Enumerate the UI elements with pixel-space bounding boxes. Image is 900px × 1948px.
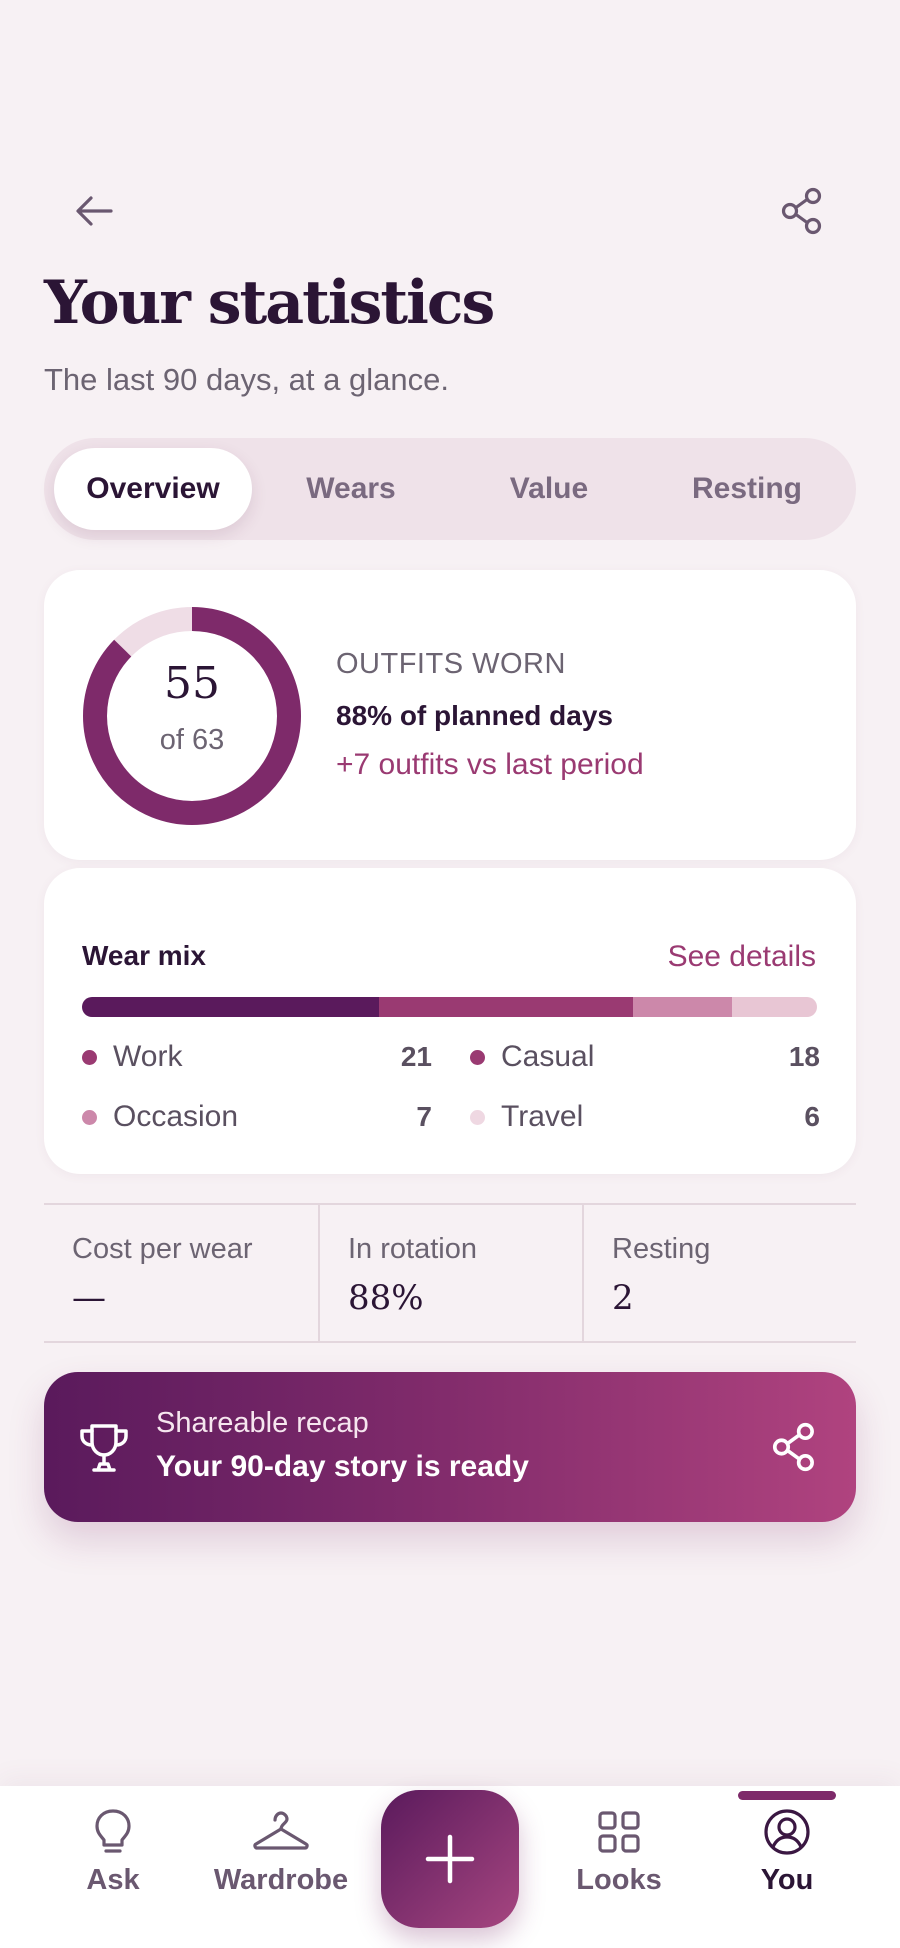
nav-label: Looks <box>576 1864 662 1896</box>
legend-item-travel: Travel 6 <box>470 1100 820 1134</box>
outfits-planned-count: of 63 <box>159 724 225 756</box>
stat-value: 2 <box>612 1278 634 1318</box>
outfits-worn-label: OUTFITS WORN <box>336 648 566 680</box>
wear-mix-segment-casual <box>378 997 634 1017</box>
back-button[interactable] <box>60 176 130 246</box>
wear-mix-title: Wear mix <box>82 940 206 971</box>
nav-label: You <box>760 1864 814 1896</box>
user-circle-icon <box>764 1809 810 1855</box>
grid-icon <box>598 1811 640 1853</box>
nav-ask[interactable]: Ask <box>38 1806 188 1897</box>
see-details-link[interactable]: See details <box>668 940 816 974</box>
page-title: Your statistics <box>44 268 495 338</box>
nav-you[interactable]: You <box>712 1806 862 1897</box>
stat-value: 88% <box>348 1278 424 1318</box>
share-button[interactable] <box>768 176 838 246</box>
stat-cost-per-wear[interactable]: Cost per wear — <box>44 1205 318 1341</box>
recap-label: Shareable recap <box>156 1407 369 1439</box>
legend-item-work: Work 21 <box>82 1040 432 1074</box>
stat-value: — <box>72 1278 106 1318</box>
share-icon[interactable] <box>768 1420 822 1474</box>
nav-label: Wardrobe <box>213 1864 349 1896</box>
wear-mix-bar <box>82 997 817 1017</box>
legend-item-occasion: Occasion 7 <box>82 1100 432 1134</box>
recap-message: Your 90-day story is ready <box>156 1450 529 1483</box>
planned-days-percent: 88% of planned days <box>336 700 613 731</box>
arrow-left-icon <box>76 196 113 226</box>
active-tab-indicator <box>738 1791 836 1800</box>
stats-row: Cost per wear — In rotation 88% Resting … <box>44 1203 856 1343</box>
wear-mix-segment-work <box>82 997 379 1017</box>
stat-label: Resting <box>612 1233 711 1265</box>
legend-value: 18 <box>788 1041 820 1072</box>
legend-label: Work <box>113 1040 183 1073</box>
legend-value: 7 <box>416 1101 432 1132</box>
legend-item-casual: Casual 18 <box>470 1040 820 1074</box>
legend-label: Travel <box>501 1100 584 1133</box>
legend-dot <box>82 1109 97 1125</box>
stat-resting[interactable]: Resting 2 <box>582 1205 856 1341</box>
legend-dot <box>470 1049 485 1065</box>
hanger-icon <box>253 1811 309 1850</box>
donut-chart <box>83 607 301 825</box>
stat-in-rotation[interactable]: In rotation 88% <box>318 1205 582 1341</box>
share-icon <box>781 187 822 235</box>
statistics-screen: Your statistics The last 90 days, at a g… <box>0 0 900 1948</box>
tab-wears[interactable]: Wears <box>252 448 450 530</box>
nav-wardrobe[interactable]: Wardrobe <box>206 1806 356 1897</box>
legend-value: 21 <box>400 1041 432 1072</box>
trophy-icon <box>80 1424 128 1472</box>
wear-mix-segment-occasion <box>633 997 733 1017</box>
outfits-delta: +7 outfits vs last period <box>336 748 644 781</box>
tab-overview[interactable]: Overview <box>54 448 252 530</box>
stat-label: In rotation <box>348 1233 477 1265</box>
outfits-worn-count: 55 <box>164 658 220 709</box>
lightbulb-icon <box>95 1809 131 1853</box>
nav-label: Ask <box>86 1864 140 1896</box>
plus-icon <box>425 1834 475 1884</box>
outfits-donut: 55 of 63 <box>82 606 302 826</box>
nav-looks[interactable]: Looks <box>544 1806 694 1897</box>
legend-value: 6 <box>804 1101 820 1132</box>
page-subtitle: The last 90 days, at a glance. <box>44 362 449 397</box>
legend-dot <box>470 1109 485 1125</box>
tab-value[interactable]: Value <box>450 448 648 530</box>
shareable-recap-banner[interactable]: Shareable recap Your 90-day story is rea… <box>44 1372 856 1522</box>
add-button[interactable] <box>381 1790 519 1928</box>
tab-resting[interactable]: Resting <box>648 448 846 530</box>
legend-label: Casual <box>501 1040 595 1073</box>
legend-dot <box>82 1049 97 1065</box>
legend-label: Occasion <box>113 1100 239 1133</box>
tab-bar: Overview Wears Value Resting <box>44 438 856 540</box>
stat-label: Cost per wear <box>72 1233 253 1265</box>
wear-mix-segment-travel <box>732 997 817 1017</box>
